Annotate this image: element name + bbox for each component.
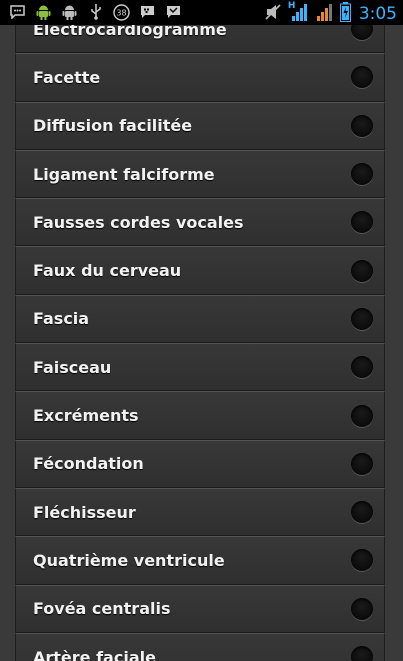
system-icons: H 3:05 <box>264 1 397 26</box>
list-item[interactable]: Faisceau <box>15 343 385 392</box>
list-item[interactable]: Ligament falciforme <box>15 149 385 199</box>
chat-icon <box>9 4 26 20</box>
radio-button[interactable] <box>351 25 373 41</box>
radio-button[interactable] <box>351 163 373 186</box>
term-list[interactable]: Électrocardiogramme Facette Diffusion faci… <box>0 25 403 661</box>
radio-button[interactable] <box>351 356 373 379</box>
list-item[interactable]: Électrocardiogramme <box>15 25 385 54</box>
radio-button[interactable] <box>351 114 373 137</box>
list-item[interactable]: Fausses cordes vocales <box>15 198 385 247</box>
radio-button[interactable] <box>351 597 373 620</box>
battery-icon <box>339 2 351 26</box>
list-item[interactable]: Fascia <box>15 294 385 344</box>
radio-button[interactable] <box>351 211 373 234</box>
radio-button[interactable] <box>351 452 373 475</box>
mute-icon <box>264 3 282 25</box>
list-item[interactable]: Facette <box>15 53 385 102</box>
list-item-label: Faux du cerveau <box>33 261 182 281</box>
list-item[interactable]: Fécondation <box>15 439 385 488</box>
list-item[interactable]: Faux du cerveau <box>15 246 385 295</box>
list-item-label: Quatrième ventricule <box>33 550 225 570</box>
badge-count: 38 <box>116 8 126 17</box>
radio-button[interactable] <box>351 501 373 524</box>
status-bar: 38 H 3:05 <box>0 0 403 25</box>
chat-bubble-icon <box>165 4 182 20</box>
list-item-label: Fausses cordes vocales <box>33 212 244 232</box>
list-item-label: Faisceau <box>33 357 112 377</box>
clock: 3:05 <box>358 4 397 24</box>
usb-icon <box>87 4 104 20</box>
list-item-label: Fécondation <box>33 454 144 474</box>
network-type-label: H <box>287 1 296 11</box>
list-item-label: Artère faciale <box>33 647 156 661</box>
list-item-label: Facette <box>33 67 101 87</box>
android-debug-icon <box>61 4 78 20</box>
list-item[interactable]: Diffusion facilitée <box>15 101 385 150</box>
radio-button[interactable] <box>351 404 373 427</box>
list-item-label: Fléchisseur <box>33 502 136 522</box>
list-item[interactable]: Quatrième ventricule <box>15 536 385 585</box>
list-container: Électrocardiogramme Facette Diffusion faci… <box>15 25 385 661</box>
list-item-label: Ligament falciforme <box>33 164 215 184</box>
list-item-label: Diffusion facilitée <box>33 116 193 136</box>
bbm-icon <box>139 4 156 20</box>
list-item-label: Excréments <box>33 406 139 426</box>
radio-button[interactable] <box>351 259 373 282</box>
list-item[interactable]: Excréments <box>15 391 385 440</box>
radio-button[interactable] <box>351 646 373 661</box>
android-icon <box>35 4 52 20</box>
list-item-label: Fovéa centralis <box>33 599 171 619</box>
radio-button[interactable] <box>351 66 373 89</box>
radio-button[interactable] <box>351 549 373 572</box>
signal-icon-2 <box>316 2 334 26</box>
list-item[interactable]: Artère faciale <box>15 632 385 661</box>
list-item[interactable]: Fléchisseur <box>15 487 385 537</box>
notification-icons: 38 <box>9 3 182 21</box>
list-item[interactable]: Fovéa centralis <box>15 584 385 633</box>
signal-icon: H <box>287 1 310 26</box>
radio-button[interactable] <box>351 307 373 330</box>
list-item-label: Fascia <box>33 309 90 329</box>
list-item-label: Électrocardiogramme <box>33 25 227 39</box>
counter-badge-icon: 38 <box>113 3 130 21</box>
